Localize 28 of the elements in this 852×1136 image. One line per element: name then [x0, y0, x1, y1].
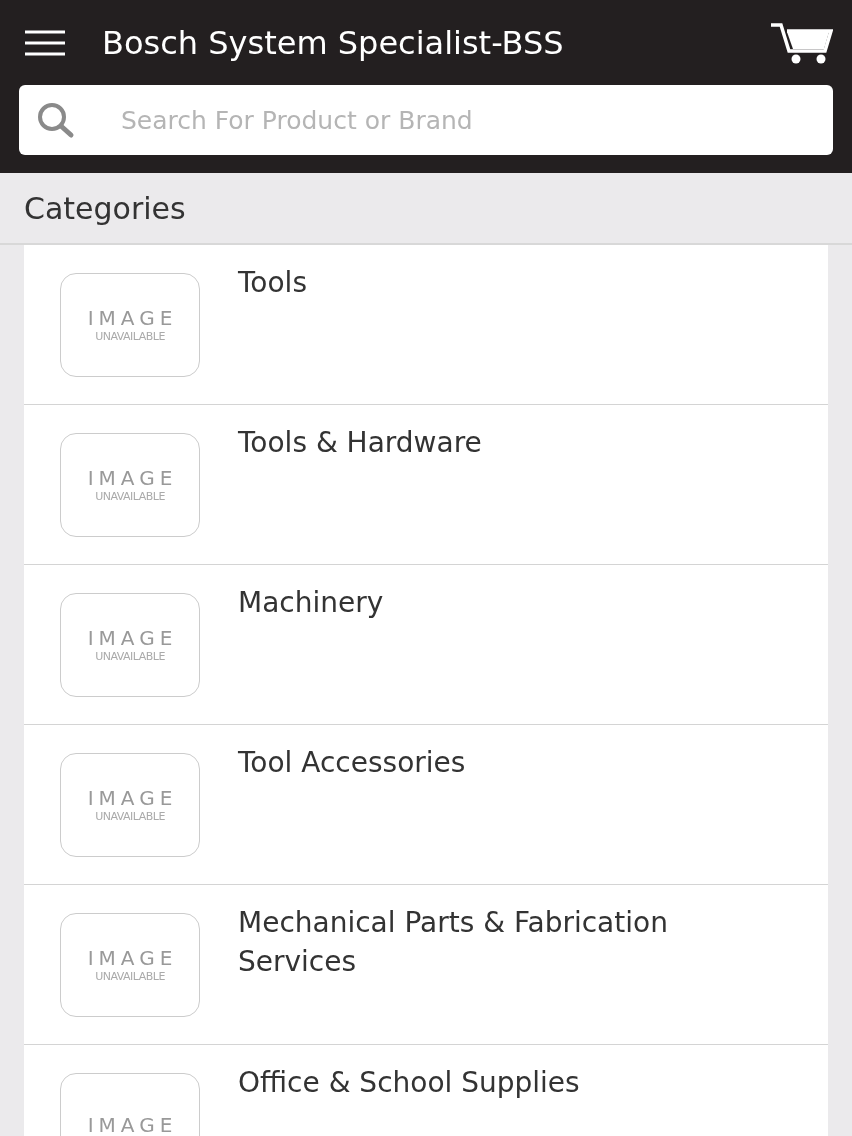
menu-icon[interactable] [25, 29, 65, 56]
placeholder-text: IMAGE [87, 307, 178, 328]
section-title: Categories [24, 190, 186, 226]
placeholder-text: IMAGE [87, 787, 178, 808]
placeholder-subtext: UNAVAILABLE [95, 489, 165, 503]
search-field[interactable]: Search For Product or Brand [19, 85, 833, 155]
placeholder-subtext: UNAVAILABLE [95, 649, 165, 663]
category-item[interactable]: IMAGE UNAVAILABLE Machinery [24, 565, 828, 725]
placeholder-text: IMAGE [87, 627, 178, 648]
category-name: Office & School Supplies [238, 1065, 581, 1101]
category-name: Machinery [238, 585, 385, 621]
placeholder-subtext: UNAVAILABLE [95, 969, 165, 983]
placeholder-subtext: UNAVAILABLE [95, 329, 165, 343]
category-name: Tools & Hardware [238, 425, 483, 461]
category-name: Tools [238, 265, 308, 301]
placeholder-text: IMAGE [87, 1115, 178, 1135]
category-item[interactable]: IMAGE UNAVAILABLE Tools [24, 245, 828, 405]
category-item[interactable]: IMAGE UNAVAILABLE Mechanical Parts & Fabrication Services [24, 885, 828, 1045]
category-item[interactable]: IMAGE UNAVAILABLE Tools & Hardware [24, 405, 828, 565]
cart-icon[interactable] [771, 21, 833, 64]
app-title: Bosch System Specialist-BSS [102, 23, 565, 62]
category-item[interactable]: IMAGE Office & School Supplies [24, 1045, 828, 1136]
placeholder-text: IMAGE [87, 467, 178, 488]
category-name: Mechanical Parts & Fabrication Services [238, 905, 669, 980]
category-item[interactable]: IMAGE UNAVAILABLE Tool Accessories [24, 725, 828, 885]
category-name: Tool Accessories [238, 745, 467, 781]
placeholder-text: IMAGE [87, 947, 178, 968]
placeholder-subtext: UNAVAILABLE [95, 809, 165, 823]
